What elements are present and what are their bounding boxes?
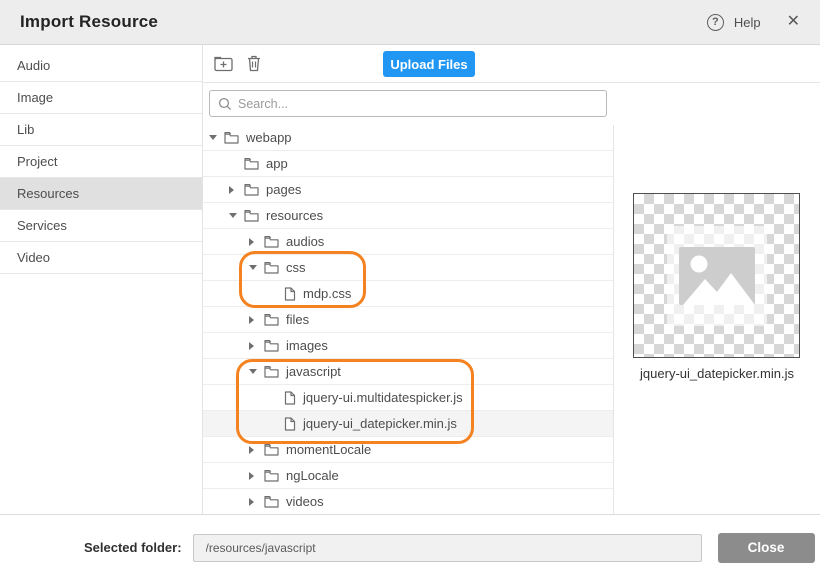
file-icon [284,417,296,431]
sidebar-item-services[interactable]: Services [0,210,202,242]
tree-item-javascript[interactable]: javascript [203,359,613,385]
add-folder-icon[interactable] [213,53,235,73]
tree-item-mdp.css[interactable]: mdp.css [203,281,613,307]
folder-icon [264,365,279,378]
help-icon[interactable]: ? [707,14,724,31]
header-actions: ? Help ✕ [707,14,800,31]
sidebar-item-audio[interactable]: Audio [0,50,202,82]
tree-item-label: files [286,312,309,327]
caret-right-icon[interactable] [249,238,264,246]
folder-icon [264,443,279,456]
caret-right-icon[interactable] [249,316,264,324]
dialog-header: Import Resource ? Help ✕ [0,0,820,45]
search-icon [218,97,232,111]
tree-item-label: ngLocale [286,468,339,483]
tree-item-webapp[interactable]: webapp [203,125,613,151]
folder-icon [224,131,239,144]
tree-item-label: jquery-ui.multidatespicker.js [303,390,463,405]
tree-item-jquery-ui_datepicker.min.js[interactable]: jquery-ui_datepicker.min.js [203,411,613,437]
main-panel: Upload Files webapp app pages resources audi… [203,45,820,514]
close-icon[interactable]: ✕ [787,14,800,30]
folder-icon [264,313,279,326]
caret-down-icon[interactable] [249,265,264,270]
import-resource-dialog: Import Resource ? Help ✕ AudioImageLibPr… [0,0,820,580]
folder-icon [264,495,279,508]
selected-folder-input[interactable] [193,534,702,562]
selected-folder-label: Selected folder: [84,540,182,555]
tree-item-ngLocale[interactable]: ngLocale [203,463,613,489]
tree-item-audios[interactable]: audios [203,229,613,255]
caret-right-icon[interactable] [249,446,264,454]
tree-item-label: resources [266,208,323,223]
caret-right-icon[interactable] [229,186,244,194]
caret-down-icon[interactable] [249,369,264,374]
tree-item-label: mdp.css [303,286,351,301]
folder-icon [264,469,279,482]
file-icon [284,391,296,405]
tree-item-label: videos [286,494,324,509]
category-sidebar: AudioImageLibProjectResourcesServicesVid… [0,45,203,514]
caret-right-icon[interactable] [249,472,264,480]
preview-caption: jquery-ui_datepicker.min.js [611,366,820,381]
image-placeholder-icon [679,247,755,305]
tree-item-label: css [286,260,306,275]
sidebar-item-image[interactable]: Image [0,82,202,114]
tree-item-label: jquery-ui_datepicker.min.js [303,416,457,431]
dialog-footer: Selected folder: Close [0,514,820,580]
tree-item-label: momentLocale [286,442,371,457]
folder-icon [244,209,259,222]
trash-icon[interactable] [245,53,267,73]
sidebar-item-lib[interactable]: Lib [0,114,202,146]
sidebar-item-project[interactable]: Project [0,146,202,178]
tree-item-files[interactable]: files [203,307,613,333]
caret-right-icon[interactable] [249,498,264,506]
folder-icon [244,183,259,196]
dialog-title: Import Resource [20,12,158,32]
search-input[interactable] [238,97,598,111]
preview-placeholder [667,226,767,326]
folder-icon [264,235,279,248]
upload-files-button[interactable]: Upload Files [383,51,475,77]
search-box[interactable] [209,90,607,117]
caret-down-icon[interactable] [229,213,244,218]
toolbar: Upload Files [203,45,820,83]
tree-item-pages[interactable]: pages [203,177,613,203]
tree-item-label: pages [266,182,301,197]
tree-item-videos[interactable]: videos [203,489,613,515]
folder-icon [264,339,279,352]
close-button[interactable]: Close [718,533,815,563]
tree-item-label: images [286,338,328,353]
caret-right-icon[interactable] [249,342,264,350]
tree-item-images[interactable]: images [203,333,613,359]
folder-icon [264,261,279,274]
tree-item-css[interactable]: css [203,255,613,281]
tree-item-label: webapp [246,130,292,145]
file-icon [284,287,296,301]
caret-down-icon[interactable] [209,135,224,140]
sidebar-item-resources[interactable]: Resources [0,178,202,210]
tree-item-label: audios [286,234,324,249]
help-label[interactable]: Help [734,15,761,30]
tree-item-label: app [266,156,288,171]
tree-item-jquery-ui.multidatespicker.js[interactable]: jquery-ui.multidatespicker.js [203,385,613,411]
tree-item-label: javascript [286,364,341,379]
tree-item-momentLocale[interactable]: momentLocale [203,437,613,463]
folder-icon [244,157,259,170]
tree-item-app[interactable]: app [203,151,613,177]
file-preview [633,193,800,358]
resource-tree: webapp app pages resources audios css mdp.css f… [203,125,614,515]
sidebar-item-video[interactable]: Video [0,242,202,274]
tree-item-resources[interactable]: resources [203,203,613,229]
